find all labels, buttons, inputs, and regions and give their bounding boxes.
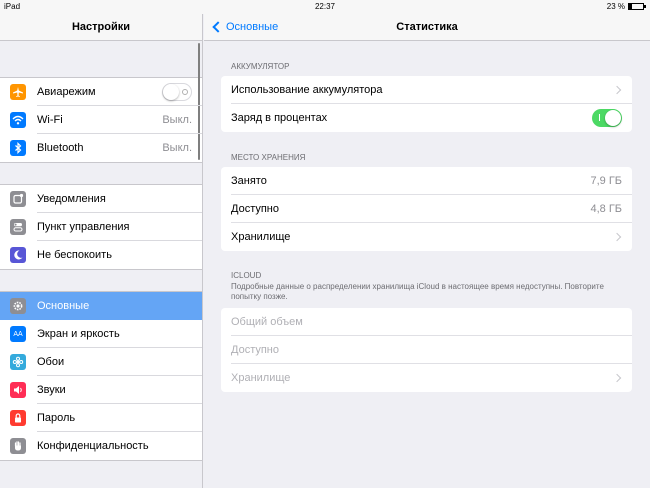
display-brightness-icon: AA — [10, 326, 26, 342]
battery-percentage-toggle[interactable] — [592, 109, 622, 127]
sidebar-item-wifi[interactable]: Wi-Fi Выкл. — [0, 106, 202, 134]
sidebar-item-label: Экран и яркость — [37, 328, 120, 340]
sound-icon — [10, 382, 26, 398]
settings-sidebar: Настройки Авиарежим Wi-Fi Выкл. Bluetoot… — [0, 14, 203, 488]
bluetooth-icon — [10, 140, 26, 156]
sidebar-group-connectivity: Авиарежим Wi-Fi Выкл. Bluetooth Выкл. — [0, 77, 202, 163]
battery-icon — [628, 3, 646, 10]
sidebar-item-label: Конфиденциальность — [37, 440, 149, 452]
storage-section-header: МЕСТО ХРАНЕНИЯ — [231, 153, 306, 162]
icloud-available-row: Доступно — [221, 336, 632, 364]
sidebar-item-label: Пароль — [37, 412, 76, 424]
icloud-storage-label: Хранилище — [231, 372, 291, 384]
manage-storage-row[interactable]: Хранилище — [221, 223, 632, 251]
status-bar: iPad 22:37 23 % — [0, 0, 650, 14]
sidebar-item-do-not-disturb[interactable]: Не беспокоить — [0, 241, 202, 269]
battery-percentage-row: Заряд в процентах — [221, 104, 632, 132]
sidebar-item-bluetooth[interactable]: Bluetooth Выкл. — [0, 134, 202, 162]
storage-card: Занято 7,9 ГБ Доступно 4,8 ГБ Хранилище — [221, 167, 632, 251]
battery-percentage-label: Заряд в процентах — [231, 112, 328, 124]
hand-icon — [10, 438, 26, 454]
icloud-card: Общий объем Доступно Хранилище — [221, 308, 632, 392]
sidebar-item-label: Обои — [37, 356, 65, 368]
battery-usage-label: Использование аккумулятора — [231, 84, 383, 96]
battery-indicator: 23 % — [606, 2, 646, 11]
wifi-icon — [10, 112, 26, 128]
sidebar-item-label: Авиарежим — [37, 86, 96, 98]
storage-available-label: Доступно — [231, 203, 280, 215]
detail-pane: Основные Статистика АККУМУЛЯТОР Использо… — [204, 14, 650, 488]
sidebar-item-airplane[interactable]: Авиарежим — [0, 78, 202, 106]
sidebar-item-label: Wi-Fi — [37, 114, 63, 126]
control-center-icon — [10, 219, 26, 235]
wallpaper-icon — [10, 354, 26, 370]
battery-section-header: АККУМУЛЯТОР — [231, 62, 290, 71]
clock: 22:37 — [314, 2, 336, 11]
battery-usage-row[interactable]: Использование аккумулятора — [221, 76, 632, 104]
moon-icon — [10, 247, 26, 263]
airplane-icon — [10, 84, 26, 100]
page-title: Статистика — [396, 21, 458, 33]
battery-card: Использование аккумулятора Заряд в проце… — [221, 76, 632, 132]
sidebar-item-label: Не беспокоить — [37, 249, 112, 261]
chevron-right-icon — [612, 373, 622, 383]
sidebar-item-wallpaper[interactable]: Обои — [0, 348, 202, 376]
sidebar-item-privacy[interactable]: Конфиденциальность — [0, 432, 202, 460]
airplane-mode-toggle[interactable] — [162, 83, 192, 101]
sidebar-item-label: Основные — [37, 300, 90, 312]
sidebar-item-control-center[interactable]: Пункт управления — [0, 213, 202, 241]
gear-icon — [10, 298, 26, 314]
manage-storage-label: Хранилище — [231, 231, 291, 243]
chevron-right-icon — [612, 85, 622, 95]
sidebar-group-notifications: Уведомления Пункт управления Не беспокои… — [0, 184, 202, 270]
storage-available-value: 4,8 ГБ — [590, 203, 622, 215]
icloud-total-label: Общий объем — [231, 316, 303, 328]
sidebar-item-passcode[interactable]: Пароль — [0, 404, 202, 432]
sidebar-item-general[interactable]: Основные — [0, 292, 202, 320]
sidebar-item-label: Уведомления — [37, 193, 106, 205]
wifi-status: Выкл. — [162, 114, 192, 126]
sidebar-group-general: Основные AA Экран и яркость Обои Звуки П — [0, 291, 202, 461]
sidebar-item-label: Пункт управления — [37, 221, 130, 233]
sidebar-item-sounds[interactable]: Звуки — [0, 376, 202, 404]
lock-icon — [10, 410, 26, 426]
icloud-storage-row[interactable]: Хранилище — [221, 364, 632, 392]
icloud-unavailable-note: Подробные данные о распределении хранили… — [231, 282, 604, 301]
storage-used-value: 7,9 ГБ — [590, 175, 622, 187]
sidebar-item-display[interactable]: AA Экран и яркость — [0, 320, 202, 348]
notifications-icon — [10, 191, 26, 207]
navigation-bar: Основные Статистика — [204, 14, 650, 41]
sidebar-item-label: Bluetooth — [37, 142, 84, 154]
sidebar-item-notifications[interactable]: Уведомления — [0, 185, 202, 213]
bluetooth-status: Выкл. — [162, 142, 192, 154]
chevron-right-icon — [612, 232, 622, 242]
storage-used-row: Занято 7,9 ГБ — [221, 167, 632, 195]
storage-used-label: Занято — [231, 175, 267, 187]
icloud-total-row: Общий объем — [221, 308, 632, 336]
icloud-available-label: Доступно — [231, 344, 280, 356]
sidebar-item-label: Звуки — [37, 384, 66, 396]
battery-percent: 23 % — [606, 2, 625, 11]
icloud-section-header: ICLOUD — [231, 271, 262, 280]
sidebar-title: Настройки — [0, 14, 202, 41]
storage-available-row: Доступно 4,8 ГБ — [221, 195, 632, 223]
